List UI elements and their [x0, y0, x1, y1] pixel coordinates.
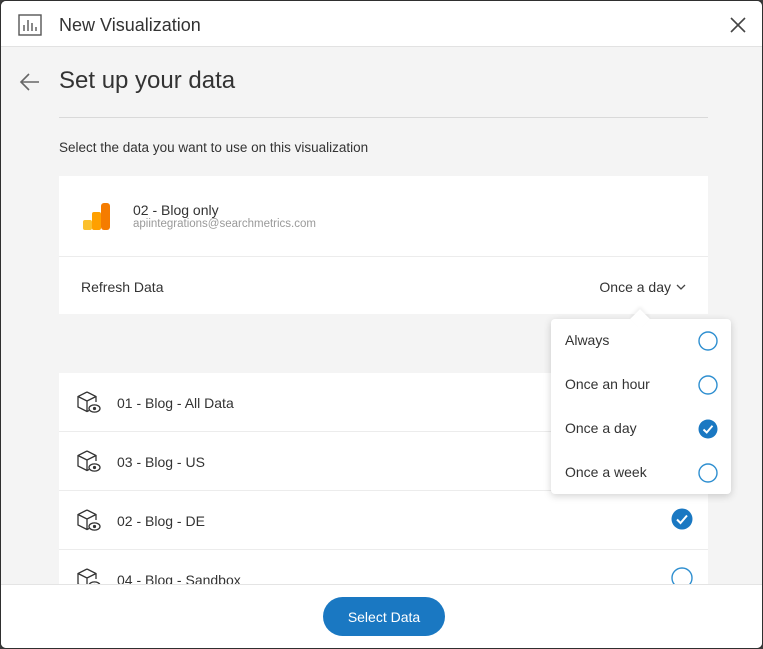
refresh-option-once-a-week[interactable]: Once a week — [551, 451, 731, 495]
bar-chart-icon — [18, 14, 42, 36]
list-item-label: 03 - Blog - US — [117, 454, 205, 470]
refresh-option-label: Always — [565, 332, 610, 348]
list-item[interactable]: 04 - Blog - Sandbox — [59, 550, 708, 588]
dialog-title: New Visualization — [59, 15, 201, 35]
select-data-button[interactable]: Select Data — [323, 597, 445, 636]
divider — [59, 256, 708, 257]
refresh-options-dropdown: Always Once an hour Once a day Once a we… — [551, 309, 731, 495]
refresh-option-once-a-day[interactable]: Once a day — [551, 407, 731, 451]
dataset-view-icon — [77, 450, 101, 472]
refresh-frequency-select[interactable]: Once a day — [599, 279, 686, 295]
chevron-down-icon — [676, 284, 686, 290]
radio-icon[interactable] — [698, 463, 718, 483]
data-source-card: 02 - Blog only apiintegrations@searchmet… — [59, 176, 708, 314]
dataset-view-icon — [77, 391, 101, 413]
back-arrow-icon[interactable] — [19, 71, 41, 93]
source-name: 02 - Blog only — [133, 202, 219, 218]
source-account: apiintegrations@searchmetrics.com — [133, 218, 316, 230]
list-item-label: 01 - Blog - All Data — [117, 395, 234, 411]
refresh-option-always[interactable]: Always — [551, 319, 731, 363]
refresh-option-label: Once a day — [565, 420, 637, 436]
checked-radio-icon[interactable] — [698, 419, 718, 439]
google-analytics-icon — [83, 203, 110, 230]
new-visualization-dialog: New Visualization Set up your data Selec… — [0, 0, 763, 649]
instruction-text: Select the data you want to use on this … — [59, 140, 369, 155]
refresh-data-label: Refresh Data — [81, 279, 164, 295]
refresh-frequency-value: Once a day — [599, 279, 671, 295]
refresh-option-once-an-hour[interactable]: Once an hour — [551, 363, 731, 407]
divider — [59, 117, 708, 118]
list-item-label: 02 - Blog - DE — [117, 513, 205, 529]
dialog-titlebar: New Visualization — [1, 1, 762, 47]
page-title: Set up your data — [59, 67, 236, 94]
close-icon[interactable] — [729, 16, 747, 34]
radio-icon[interactable] — [698, 331, 718, 351]
dataset-view-icon — [77, 509, 101, 531]
checked-radio-icon[interactable] — [671, 508, 693, 530]
radio-icon[interactable] — [698, 375, 718, 395]
list-item[interactable]: 02 - Blog - DE — [59, 491, 708, 550]
refresh-option-label: Once an hour — [565, 376, 650, 392]
refresh-option-label: Once a week — [565, 464, 647, 480]
dialog-footer: Select Data — [1, 584, 762, 648]
